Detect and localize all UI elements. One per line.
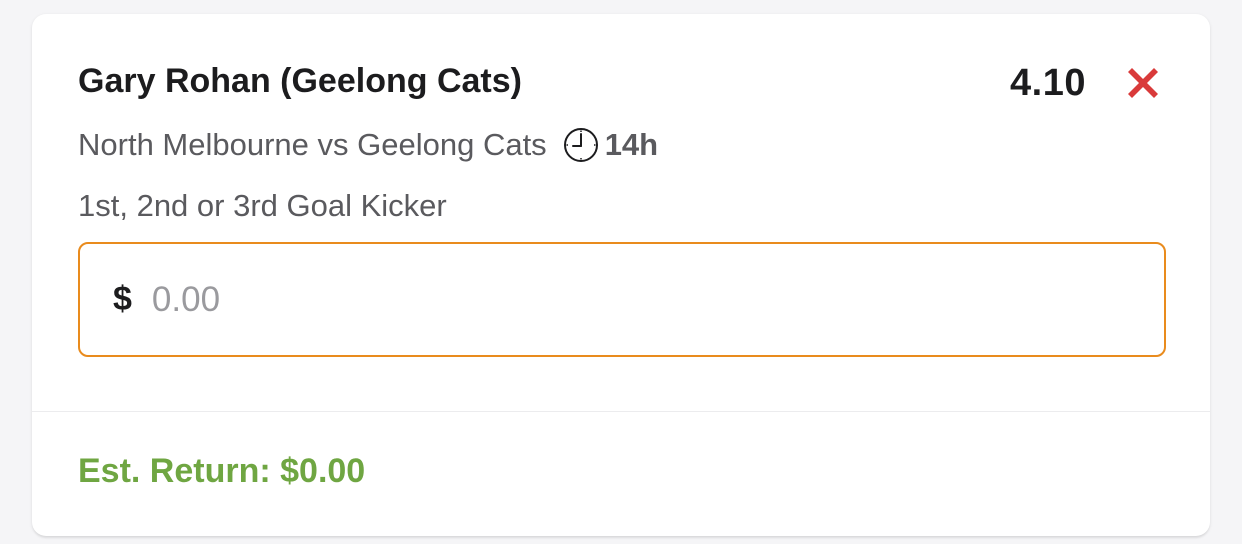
event-info: North Melbourne vs Geelong Cats 14h	[78, 125, 658, 165]
clock-icon	[563, 127, 599, 163]
selection-name: Gary Rohan (Geelong Cats)	[78, 62, 522, 100]
odds-value: 4.10	[1010, 62, 1086, 104]
market-name: 1st, 2nd or 3rd Goal Kicker	[78, 188, 447, 223]
close-icon	[1128, 68, 1158, 98]
stake-field[interactable]: $	[78, 242, 1166, 357]
bet-slip-card: Gary Rohan (Geelong Cats) 4.10 North Mel…	[32, 14, 1210, 536]
remove-selection-button[interactable]	[1122, 62, 1164, 104]
time-until-start: 14h	[604, 127, 659, 162]
currency-symbol: $	[113, 280, 132, 318]
stake-input[interactable]	[151, 279, 1052, 320]
estimated-return: Est. Return: $0.00	[78, 452, 366, 490]
event-name: North Melbourne vs Geelong Cats	[78, 127, 547, 162]
divider	[32, 411, 1210, 412]
